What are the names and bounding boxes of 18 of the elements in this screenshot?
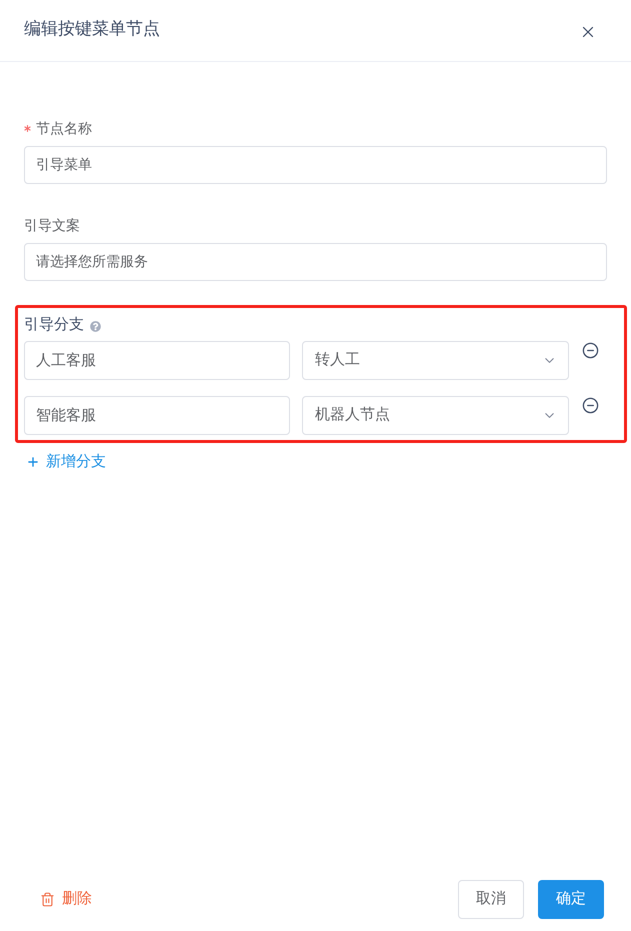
delete-link[interactable]: 删除 bbox=[40, 888, 92, 911]
remove-circle-icon[interactable] bbox=[582, 342, 599, 359]
confirm-button[interactable]: 确定 bbox=[538, 880, 604, 919]
field-label: 节点名称 bbox=[36, 118, 92, 138]
branch-name-input[interactable]: 智能客服 bbox=[24, 396, 290, 435]
cancel-button[interactable]: 取消 bbox=[458, 880, 524, 919]
plus-icon bbox=[26, 455, 40, 469]
text-input[interactable]: 请选择您所需服务 bbox=[24, 243, 607, 281]
target-select[interactable]: 转人工 bbox=[302, 341, 569, 380]
target-select[interactable]: 机器人节点 bbox=[302, 396, 569, 435]
add-branch-link[interactable]: 新增分支 bbox=[26, 451, 106, 473]
section-label: 引导分支 bbox=[24, 314, 84, 335]
field-label: 引导文案 bbox=[24, 216, 80, 234]
text-input[interactable]: 引导菜单 bbox=[24, 146, 607, 184]
branch-name-input[interactable]: 人工客服 bbox=[24, 341, 290, 380]
trash-icon bbox=[40, 892, 55, 907]
remove-circle-icon[interactable] bbox=[582, 397, 599, 414]
dialog-title: 编辑按键菜单节点 bbox=[24, 20, 160, 37]
